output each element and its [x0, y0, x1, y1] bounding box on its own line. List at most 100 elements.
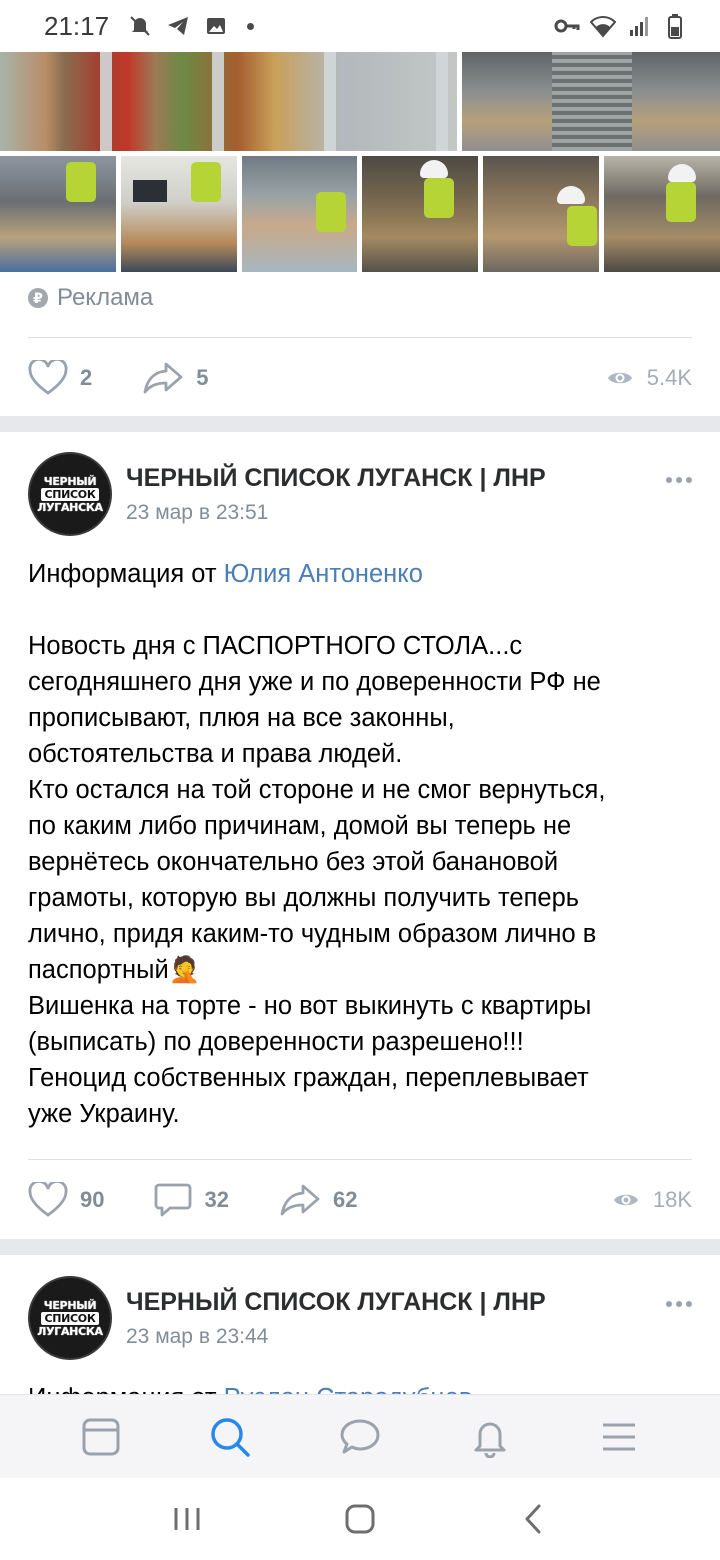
menu-icon [603, 1423, 636, 1450]
avatar-text-line: ЛУГАНСКА [37, 500, 103, 514]
home-button[interactable] [335, 1494, 385, 1544]
status-bar: 21:17 [0, 0, 720, 52]
avatar-text-line: СПИСОК [41, 1311, 99, 1325]
eye-icon [613, 1194, 638, 1206]
share-button[interactable]: 62 [279, 1183, 357, 1217]
feed-icon [82, 1418, 120, 1455]
avatar-text-line: ЧЕРНЫЙ [43, 1298, 97, 1312]
post-divider [28, 1159, 692, 1160]
battery-icon [662, 13, 688, 39]
heart-icon [28, 1182, 68, 1217]
back-button[interactable] [508, 1494, 558, 1544]
system-navigation-bar [0, 1478, 720, 1560]
post-body: Информация от Юлия Антоненко Новость дня… [28, 556, 698, 1132]
post-line: по каким либо причинам, домой вы теперь … [28, 812, 572, 840]
post-header: ЧЕРНЫЙ СПИСОК ЛУГАНСКА ЧЕРНЫЙ СПИСОК ЛУГ… [28, 1276, 692, 1360]
ad-label: Реклама [57, 284, 154, 311]
ad-photo-4[interactable] [362, 156, 478, 272]
vpn-key-icon [554, 13, 580, 39]
ad-views-count: 5.4K [646, 365, 692, 390]
feed-separator [0, 416, 720, 432]
share-icon [280, 1184, 320, 1216]
post-line: уже Украину. [28, 1100, 180, 1128]
ad-photo-5[interactable] [483, 156, 599, 272]
heart-icon [28, 360, 68, 395]
post-time[interactable]: 23 мар в 23:44 [126, 1325, 546, 1349]
ad-photo-buffet[interactable] [0, 52, 457, 151]
community-avatar[interactable]: ЧЕРНЫЙ СПИСОК ЛУГАНСКА [28, 1276, 112, 1360]
post-intro: Информация от Юлия Антоненко [28, 556, 698, 592]
bottom-tab-bar [0, 1394, 720, 1478]
ad-photo-warehouse-aisle[interactable] [462, 52, 720, 151]
avatar-text-line: СПИСОК [41, 487, 99, 501]
search-tab[interactable] [200, 1407, 260, 1467]
post-line: (выписать) по доверенности разрешено!!! [28, 1028, 524, 1056]
ad-share-count: 5 [196, 365, 209, 390]
ad-photo-grid [0, 52, 720, 272]
search-icon [211, 1417, 251, 1457]
post-line: Кто остался на той стороне и не смог вер… [28, 776, 606, 804]
post-line: прописывают, плюя на все законны, [28, 704, 455, 732]
like-button[interactable]: 90 [28, 1182, 104, 1218]
ad-photo-6[interactable] [604, 156, 720, 272]
post-author-link[interactable]: Юлия Антоненко [224, 560, 423, 588]
eye-icon [607, 372, 632, 384]
share-icon [143, 362, 183, 394]
avatar-text-line: ЧЕРНЫЙ [43, 474, 97, 488]
post-line: обстоятельства и права людей. [28, 740, 403, 768]
community-avatar[interactable]: ЧЕРНЫЙ СПИСОК ЛУГАНСКА [28, 452, 112, 536]
post-actions: 90 32 62 18K [28, 1180, 692, 1220]
muted-notification-icon [127, 13, 153, 39]
ruble-icon: ₽ [28, 288, 48, 308]
post-line: грамоты, которую вы должны получить тепе… [28, 884, 580, 912]
telegram-icon [165, 13, 191, 39]
comment-count: 32 [204, 1187, 229, 1212]
ad-photo-1[interactable] [0, 156, 116, 272]
post-time[interactable]: 23 мар в 23:51 [126, 501, 546, 525]
recents-icon [174, 1508, 200, 1530]
post-line: Новость дня с ПАСПОРТНОГО СТОЛА...с [28, 632, 523, 660]
home-icon [345, 1504, 375, 1534]
back-icon [525, 1504, 541, 1534]
more-options-icon[interactable] [666, 477, 692, 483]
ad-photo-2[interactable] [121, 156, 237, 272]
signal-icon [626, 13, 652, 39]
status-time: 21:17 [44, 10, 110, 41]
post-line: Геноцид собственных граждан, переплевыва… [28, 1064, 589, 1092]
menu-tab[interactable] [589, 1407, 649, 1467]
post-line: Вишенка на торте - но вот выкинуть с ква… [28, 992, 592, 1020]
ad-share-button[interactable]: 5 [142, 361, 209, 395]
ad-views: 5.4K [607, 365, 692, 391]
notifications-icon [474, 1422, 506, 1458]
post-header: ЧЕРНЫЙ СПИСОК ЛУГАНСКА ЧЕРНЫЙ СПИСОК ЛУГ… [28, 452, 692, 536]
more-options-icon[interactable] [666, 1301, 692, 1307]
wifi-icon [590, 13, 616, 39]
ad-like-button[interactable]: 2 [28, 360, 92, 396]
avatar-text-line: ЛУГАНСКА [37, 1324, 103, 1338]
ad-divider [28, 337, 692, 338]
gallery-icon [203, 13, 229, 39]
ad-actions: 2 5 5.4K [28, 358, 692, 398]
messages-icon [340, 1419, 380, 1453]
post-intro-prefix: Информация от [28, 560, 224, 588]
post-author[interactable]: ЧЕРНЫЙ СПИСОК ЛУГАНСК | ЛНР [126, 464, 546, 493]
messages-tab[interactable] [330, 1407, 390, 1467]
post-line: лично, придя каким-то чудным образом лич… [28, 920, 597, 948]
recents-button[interactable] [162, 1494, 212, 1544]
more-notifications-dot [247, 22, 255, 30]
like-count: 90 [80, 1187, 105, 1212]
comment-icon [155, 1183, 192, 1217]
ad-photo-3[interactable] [242, 156, 357, 272]
post-line: вернётесь окончательно без этой бананово… [28, 848, 559, 876]
feed-tab[interactable] [71, 1407, 131, 1467]
post-line: паспортный🤦 [28, 956, 201, 984]
comment-button[interactable]: 32 [154, 1182, 229, 1218]
share-count: 62 [332, 1187, 358, 1212]
post-author[interactable]: ЧЕРНЫЙ СПИСОК ЛУГАНСК | ЛНР [126, 1288, 546, 1317]
ad-label-row: ₽ Реклама [28, 284, 153, 312]
notifications-tab[interactable] [460, 1407, 520, 1467]
post-line: сегодняшнего дня уже и по доверенности Р… [28, 668, 601, 696]
post-views: 18K [613, 1187, 692, 1213]
feed-separator [0, 1239, 720, 1255]
post-views-count: 18K [652, 1187, 692, 1212]
